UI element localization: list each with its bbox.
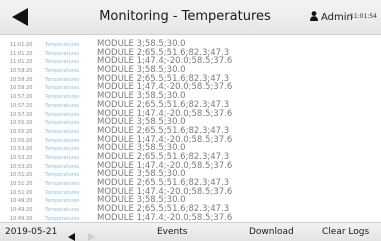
- header-bar: Monitoring - Temperatures Admin 11:01:54: [0, 0, 381, 35]
- back-button[interactable]: [6, 6, 34, 28]
- user-name: Admin: [321, 12, 353, 23]
- log-list[interactable]: 11:01:20 Temperatures MODULE 3;58.5;30.0 11…: [10, 37, 378, 221]
- prev-triangle-icon: [68, 233, 75, 241]
- previous-day-button[interactable]: [67, 227, 77, 241]
- clock: 11:01:54: [350, 13, 377, 20]
- log-entry: 11:01:20 Temperatures MODULE 2;65.5;51.6;8…: [10, 46, 378, 57]
- log-entry: 10:57:20 Temperatures MODULE 2;65.5;51.6;8…: [10, 98, 378, 109]
- log-entry: 11:01:20 Temperatures MODULE 3;58.5;30.0: [10, 37, 378, 49]
- log-entry: 10:59:20 Temperatures MODULE 2;65.5;51.6;8…: [10, 72, 378, 83]
- log-entry: 10:57:20 Temperatures MODULE 1;47.4;-20.0;…: [10, 107, 378, 118]
- log-entry: 10:51:20 Temperatures MODULE 2;65.5;51.6;8…: [10, 176, 378, 188]
- log-entry: 10:53:20 Temperatures MODULE 2;65.5;51.6;8…: [10, 150, 378, 162]
- clear-logs-button[interactable]: Clear Logs: [322, 227, 369, 237]
- screen: Monitoring - Temperatures Admin 11:01:54…: [0, 0, 381, 241]
- events-button[interactable]: Events: [157, 227, 187, 237]
- log-entry: 10:49:20 Temperatures MODULE 1;47.4;-20.0;…: [10, 211, 378, 221]
- log-entry: 10:51:20 Temperatures MODULE 1;47.4;-20.0;…: [10, 185, 378, 196]
- log-entry: 10:55:20 Temperatures MODULE 2;65.5;51.6;8…: [10, 124, 378, 136]
- log-entry: 10:59:20 Temperatures MODULE 1;47.4;-20.0;…: [10, 80, 378, 92]
- log-entry: 10:49:20 Temperatures MODULE 2;65.5;51.6;8…: [10, 202, 378, 214]
- log-message: MODULE 1;47.4;-20.0;58.5;37.6: [97, 212, 233, 221]
- footer-bar: 2019-05-21 Events Download Clear Logs: [0, 222, 381, 241]
- log-date: 2019-05-21: [5, 227, 58, 237]
- log-category: Temperatures: [45, 215, 80, 221]
- log-entry: 11:01:20 Temperatures MODULE 1;47.4;-20.0;…: [10, 54, 378, 66]
- log-entry: 10:53:20 Temperatures MODULE 1;47.4;-20.0;…: [10, 159, 378, 170]
- user-icon: [310, 11, 318, 21]
- log-entry: 10:55:20 Temperatures MODULE 1;47.4;-20.0;…: [10, 133, 378, 144]
- next-day-button[interactable]: [86, 227, 96, 241]
- page-title: Monitoring - Temperatures: [99, 9, 271, 24]
- log-time: 10:49:20: [10, 215, 33, 221]
- user-menu[interactable]: Admin: [310, 11, 353, 23]
- next-triangle-icon: [88, 233, 95, 241]
- download-button[interactable]: Download: [249, 227, 294, 237]
- back-arrow-icon: [12, 8, 28, 26]
